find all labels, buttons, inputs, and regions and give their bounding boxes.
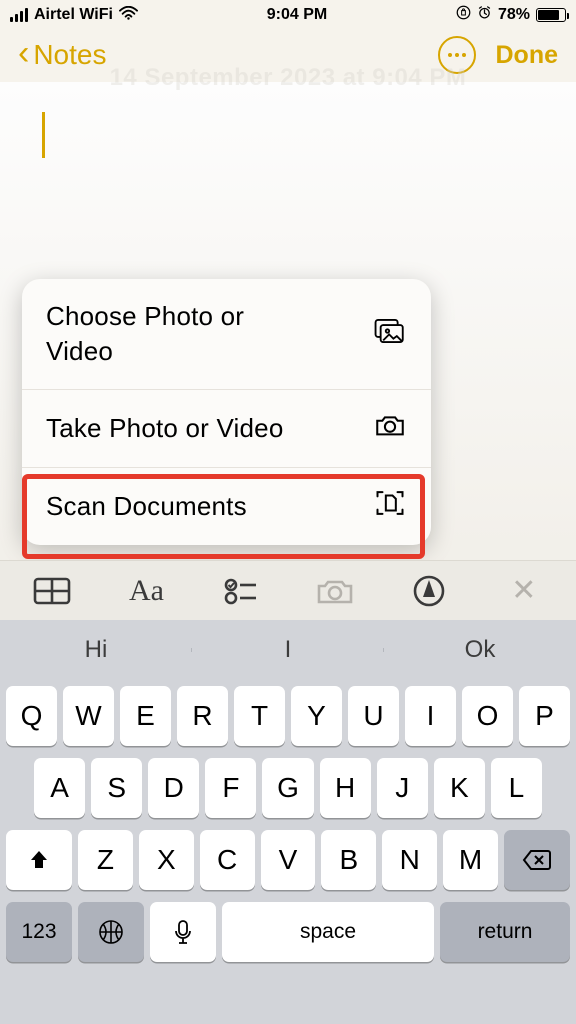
menu-choose-photo[interactable]: Choose Photo or Video	[22, 279, 431, 390]
camera-icon	[373, 410, 407, 447]
key-f[interactable]: F	[205, 758, 256, 818]
key-y[interactable]: Y	[291, 686, 342, 746]
key-p[interactable]: P	[519, 686, 570, 746]
menu-scan-documents[interactable]: Scan Documents	[22, 468, 431, 545]
key-j[interactable]: J	[377, 758, 428, 818]
key-z[interactable]: Z	[78, 830, 133, 890]
signal-bars-icon	[10, 8, 28, 22]
key-q[interactable]: Q	[6, 686, 57, 746]
key-l[interactable]: L	[491, 758, 542, 818]
key-row-2: ASDFGHJKL	[6, 758, 570, 818]
text-format-button[interactable]: Aa	[111, 574, 181, 608]
key-u[interactable]: U	[348, 686, 399, 746]
key-c[interactable]: C	[200, 830, 255, 890]
backspace-key[interactable]	[504, 830, 570, 890]
battery-icon	[536, 8, 566, 22]
key-a[interactable]: A	[34, 758, 85, 818]
key-e[interactable]: E	[120, 686, 171, 746]
carrier-label: Airtel WiFi	[34, 6, 113, 24]
key-h[interactable]: H	[320, 758, 371, 818]
key-s[interactable]: S	[91, 758, 142, 818]
close-toolbar-button[interactable]: ✕	[489, 573, 559, 608]
prediction-1[interactable]: Hi	[0, 636, 192, 664]
key-x[interactable]: X	[139, 830, 194, 890]
globe-key[interactable]	[78, 902, 144, 962]
menu-take-photo[interactable]: Take Photo or Video	[22, 390, 431, 468]
key-row-1: QWERTYUIOP	[6, 686, 570, 746]
numbers-key[interactable]: 123	[6, 902, 72, 962]
key-r[interactable]: R	[177, 686, 228, 746]
status-time: 9:04 PM	[267, 6, 327, 24]
key-row-3: ZXCVBNM	[6, 830, 570, 890]
alarm-icon	[477, 5, 492, 25]
key-g[interactable]: G	[262, 758, 313, 818]
key-m[interactable]: M	[443, 830, 498, 890]
key-v[interactable]: V	[261, 830, 316, 890]
battery-percent: 78%	[498, 6, 530, 24]
scan-document-icon	[373, 488, 407, 525]
orientation-lock-icon	[456, 5, 471, 25]
table-button[interactable]	[17, 576, 87, 606]
prediction-2[interactable]: I	[192, 636, 384, 664]
prediction-bar: Hi I Ok	[0, 620, 576, 680]
key-t[interactable]: T	[234, 686, 285, 746]
text-cursor	[42, 112, 45, 158]
keyboard: Hi I Ok QWERTYUIOP ASDFGHJKL ZXCVBNM 123…	[0, 620, 576, 1024]
notes-toolbar: Aa ✕	[0, 560, 576, 620]
status-bar: Airtel WiFi 9:04 PM 78%	[0, 0, 576, 28]
key-b[interactable]: B	[321, 830, 376, 890]
checklist-button[interactable]	[206, 576, 276, 606]
key-d[interactable]: D	[148, 758, 199, 818]
camera-toolbar-button[interactable]	[300, 576, 370, 606]
key-n[interactable]: N	[382, 830, 437, 890]
return-key[interactable]: return	[440, 902, 570, 962]
note-date-label: 14 September 2023 at 9:04 PM	[0, 64, 576, 92]
wifi-icon	[119, 6, 138, 25]
key-row-4: 123 space return	[6, 902, 570, 962]
shift-key[interactable]	[6, 830, 72, 890]
dictation-key[interactable]	[150, 902, 216, 962]
prediction-3[interactable]: Ok	[384, 636, 576, 664]
key-k[interactable]: K	[434, 758, 485, 818]
photo-library-icon	[373, 316, 407, 353]
attachment-menu: Choose Photo or Video Take Photo or Vide…	[22, 279, 431, 545]
space-key[interactable]: space	[222, 902, 434, 962]
key-i[interactable]: I	[405, 686, 456, 746]
key-w[interactable]: W	[63, 686, 114, 746]
key-o[interactable]: O	[462, 686, 513, 746]
markup-button[interactable]	[394, 574, 464, 608]
